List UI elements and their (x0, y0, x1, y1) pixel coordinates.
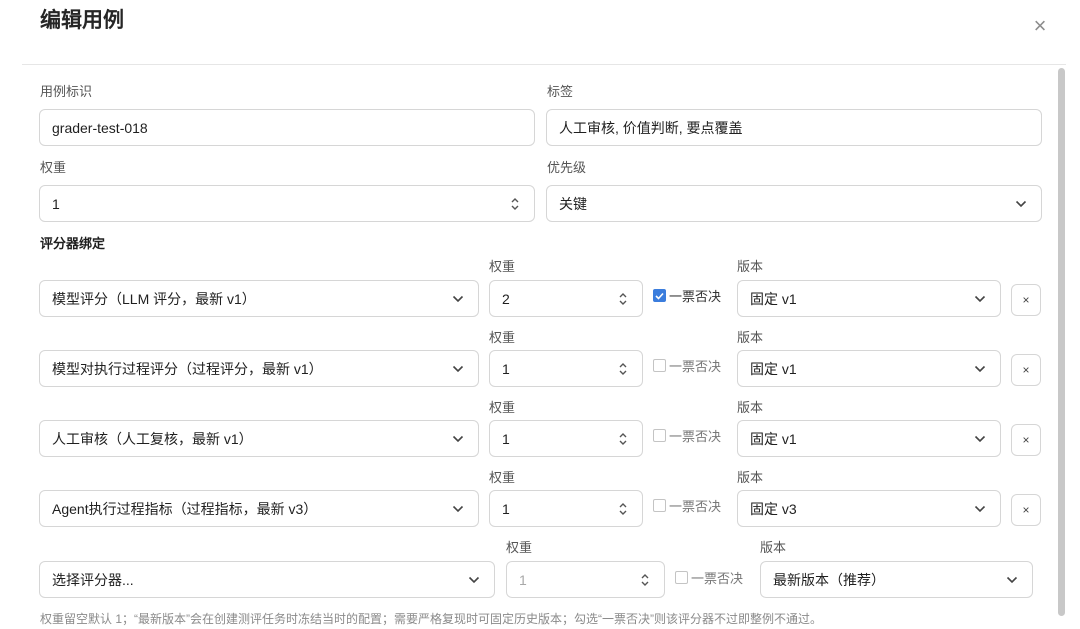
footnote: 权重留空默认 1；“最新版本”会在创建测评任务时冻结当时的配置；需要严格复现时可… (40, 612, 822, 626)
grader-weight-label: 权重 (489, 259, 516, 274)
veto-label: 一票否决 (669, 289, 722, 304)
grader-version-label: 版本 (737, 470, 764, 485)
new-grader-placeholder: 选择评分器... (52, 571, 134, 588)
veto-checkbox[interactable]: 一票否决 (653, 356, 721, 375)
stepper-icon[interactable] (616, 500, 630, 518)
version-select[interactable]: 固定 v1 (737, 350, 1001, 387)
new-grader-version-label: 版本 (760, 540, 787, 555)
grader-select[interactable]: Agent执行过程指标（过程指标，最新 v3） (39, 490, 479, 527)
graders-section-title: 评分器绑定 (40, 236, 106, 251)
remove-grader-button[interactable]: × (1011, 494, 1041, 526)
grader-weight-value: 1 (502, 360, 510, 377)
veto-checkbox[interactable]: 一票否决 (653, 496, 721, 515)
chevron-down-icon (972, 361, 988, 377)
stepper-icon[interactable] (508, 195, 522, 213)
case-id-label: 用例标识 (40, 84, 93, 99)
version-value: 固定 v1 (750, 290, 797, 307)
chevron-down-icon (1004, 572, 1020, 588)
veto-label: 一票否决 (669, 359, 722, 374)
tags-input[interactable]: 人工审核, 价值判断, 要点覆盖 (546, 109, 1042, 146)
grader-weight-value: 2 (502, 290, 510, 307)
grader-weight-input[interactable]: 1 (489, 420, 643, 457)
priority-select[interactable]: 关键 (546, 185, 1042, 222)
weight-input[interactable]: 1 (39, 185, 535, 222)
grader-weight-value: 1 (502, 500, 510, 517)
stepper-icon[interactable] (616, 360, 630, 378)
version-value: 固定 v3 (750, 500, 797, 517)
chevron-down-icon (450, 361, 466, 377)
chevron-down-icon (972, 431, 988, 447)
grader-name: Agent执行过程指标（过程指标，最新 v3） (52, 500, 318, 517)
scrollbar-thumb[interactable] (1058, 68, 1065, 616)
chevron-down-icon (972, 291, 988, 307)
new-grader-version-value: 最新版本（推荐） (773, 571, 885, 588)
header-divider (22, 64, 1066, 65)
grader-weight-label: 权重 (489, 330, 516, 345)
version-select[interactable]: 固定 v3 (737, 490, 1001, 527)
tags-value: 人工审核, 价值判断, 要点覆盖 (559, 119, 743, 136)
grader-weight-input[interactable]: 1 (489, 490, 643, 527)
grader-weight-label: 权重 (489, 400, 516, 415)
case-id-input[interactable]: grader-test-018 (39, 109, 535, 146)
grader-name: 模型评分（LLM 评分，最新 v1） (52, 290, 256, 307)
grader-weight-value: 1 (502, 430, 510, 447)
veto-label: 一票否决 (669, 499, 722, 514)
tags-label: 标签 (547, 84, 574, 99)
stepper-icon[interactable] (616, 290, 630, 308)
checkbox-icon (653, 429, 666, 442)
checkbox-icon (653, 359, 666, 372)
case-id-value: grader-test-018 (52, 119, 148, 136)
dialog-title: 编辑用例 (40, 9, 124, 32)
grader-weight-label: 权重 (489, 470, 516, 485)
version-select[interactable]: 固定 v1 (737, 280, 1001, 317)
priority-value: 关键 (559, 195, 587, 212)
grader-weight-input[interactable]: 2 (489, 280, 643, 317)
grader-select[interactable]: 模型对执行过程评分（过程评分，最新 v1） (39, 350, 479, 387)
version-value: 固定 v1 (750, 360, 797, 377)
new-grader-version-select[interactable]: 最新版本（推荐） (760, 561, 1033, 598)
chevron-down-icon (450, 431, 466, 447)
grader-select[interactable]: 人工审核（人工复核，最新 v1） (39, 420, 479, 457)
new-grader-weight-input[interactable]: 1 (506, 561, 665, 598)
weight-label: 权重 (40, 160, 67, 175)
grader-name: 人工审核（人工复核，最新 v1） (52, 430, 253, 447)
chevron-down-icon (466, 572, 482, 588)
veto-label: 一票否决 (669, 429, 722, 444)
chevron-down-icon (450, 291, 466, 307)
priority-label: 优先级 (547, 160, 587, 175)
remove-grader-button[interactable]: × (1011, 424, 1041, 456)
checkbox-icon (675, 571, 688, 584)
remove-grader-button[interactable]: × (1011, 284, 1041, 316)
stepper-icon[interactable] (638, 571, 652, 589)
new-grader-select[interactable]: 选择评分器... (39, 561, 495, 598)
checkbox-icon (653, 499, 666, 512)
chevron-down-icon (972, 501, 988, 517)
version-value: 固定 v1 (750, 430, 797, 447)
grader-version-label: 版本 (737, 259, 764, 274)
new-grader-weight-label: 权重 (506, 540, 533, 555)
grader-select[interactable]: 模型评分（LLM 评分，最新 v1） (39, 280, 479, 317)
check-icon (653, 289, 666, 302)
veto-checkbox[interactable]: 一票否决 (653, 286, 721, 305)
grader-weight-input[interactable]: 1 (489, 350, 643, 387)
veto-label: 一票否决 (691, 571, 744, 586)
stepper-icon[interactable] (616, 430, 630, 448)
chevron-down-icon (1013, 196, 1029, 212)
version-select[interactable]: 固定 v1 (737, 420, 1001, 457)
veto-checkbox[interactable]: 一票否决 (653, 426, 721, 445)
grader-name: 模型对执行过程评分（过程评分，最新 v1） (52, 360, 323, 377)
new-grader-veto-checkbox[interactable]: 一票否决 (675, 568, 743, 587)
chevron-down-icon (450, 501, 466, 517)
grader-version-label: 版本 (737, 330, 764, 345)
remove-grader-button[interactable]: × (1011, 354, 1041, 386)
weight-value: 1 (52, 195, 60, 212)
close-icon[interactable]: × (1030, 14, 1050, 38)
new-grader-weight-placeholder: 1 (519, 571, 527, 588)
grader-version-label: 版本 (737, 400, 764, 415)
